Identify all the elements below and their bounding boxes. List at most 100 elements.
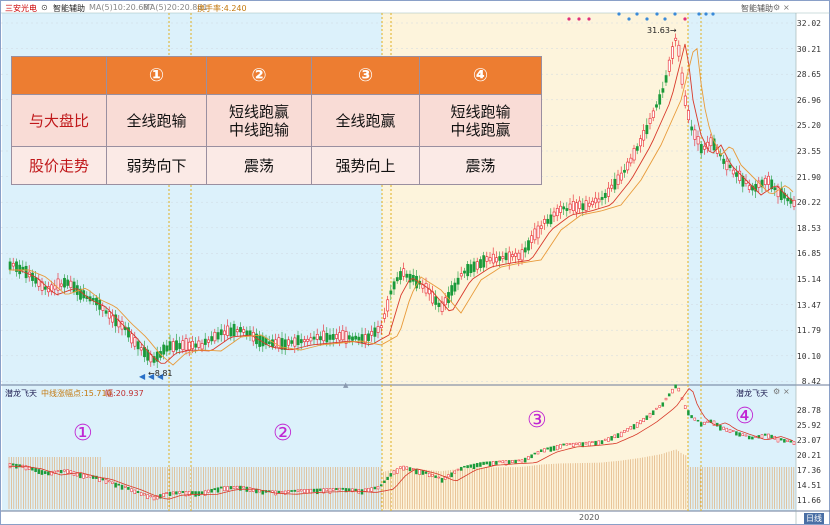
lower-candle <box>363 488 367 492</box>
candle-body <box>709 137 713 147</box>
settings-icon[interactable]: ⚙ <box>773 3 780 12</box>
candle-body <box>24 265 28 279</box>
lower-candle <box>498 460 501 463</box>
lower-candle <box>11 463 15 466</box>
lower-candle <box>216 487 220 493</box>
price-tick-label: 30.21 <box>796 44 821 54</box>
assist-toggle-icon[interactable]: ⊙ <box>41 3 48 12</box>
lower-candle <box>677 387 681 392</box>
lower-candle <box>197 491 201 496</box>
lower-candle <box>437 476 441 479</box>
lower-candle <box>395 468 399 474</box>
table-row: 与大盘比 全线跑输 短线跑赢 中线跑输 全线跑赢 短线跑输 中线跑赢 <box>11 94 542 147</box>
lower-candle <box>594 440 597 446</box>
candle-body <box>203 338 207 345</box>
candle-body <box>335 334 338 339</box>
signal-dot <box>577 17 581 21</box>
lower-candle <box>43 471 47 474</box>
candle-body <box>459 273 463 277</box>
candle-body <box>559 205 562 213</box>
lower-candle <box>703 421 706 425</box>
lower-candle <box>635 422 639 428</box>
lower-candle <box>427 472 431 478</box>
lower-candle <box>639 420 642 425</box>
lower-candle <box>603 438 607 441</box>
lower-candle <box>34 468 37 472</box>
lower-candle <box>181 491 185 493</box>
candle-body <box>552 211 556 217</box>
lower-candle <box>149 495 153 498</box>
lower-candle <box>447 474 450 478</box>
right-assist-label[interactable]: 智能辅助 <box>741 3 773 14</box>
lower-candle <box>120 484 124 490</box>
candle-body <box>635 146 639 151</box>
candle-body <box>402 268 406 277</box>
signal-dot <box>567 17 571 21</box>
price-tick-label: 20.22 <box>796 198 821 208</box>
scroll-marker: ▲ <box>343 381 349 389</box>
candle-body <box>162 344 166 355</box>
table-header-cell <box>11 56 107 95</box>
candle-body <box>501 256 505 259</box>
candle-body <box>687 110 690 121</box>
candle-body <box>498 256 502 261</box>
lower-panel-title[interactable]: 潜龙飞天 <box>5 388 37 399</box>
candle-body <box>475 261 479 270</box>
price-tick-label: 16.85 <box>796 249 821 259</box>
stock-name[interactable]: 三安光电 <box>5 3 37 14</box>
candle-body <box>610 184 614 189</box>
lower-candle <box>40 470 44 475</box>
assist-label[interactable]: 智能辅助 <box>53 3 85 14</box>
period-button[interactable]: 日线 <box>804 513 824 524</box>
lower-candle <box>162 493 165 497</box>
candle-body <box>194 343 198 348</box>
candle-body <box>735 172 738 177</box>
candle-body <box>43 286 47 290</box>
table-cell: 短线跑赢 中线跑输 <box>206 94 312 147</box>
lower-candle <box>792 441 796 445</box>
lower-candle <box>738 432 741 437</box>
candle-body <box>399 271 402 280</box>
lower-candle <box>379 484 383 487</box>
lower-candle <box>389 473 393 477</box>
lower-tick-label: 20.21 <box>796 451 821 460</box>
candle-body <box>187 341 191 351</box>
signal-dot <box>645 17 649 21</box>
candle-body <box>696 136 700 145</box>
lower-close-icon[interactable]: × <box>783 387 790 396</box>
lower-candle <box>744 434 748 437</box>
lower-candle <box>562 443 565 446</box>
candle-body <box>111 315 114 323</box>
lower-candle <box>584 441 588 445</box>
lower-candle <box>722 426 725 430</box>
lower-candle <box>386 476 389 480</box>
table-header-cell: ③ <box>311 56 420 95</box>
lower-candle <box>440 478 444 483</box>
lower-candle <box>171 491 175 495</box>
candle-body <box>568 203 572 210</box>
candle-body <box>303 339 306 343</box>
lower-candle <box>661 402 665 407</box>
lower-candle <box>600 440 604 445</box>
signal-dot <box>635 12 639 16</box>
close-icon[interactable]: × <box>783 3 790 12</box>
candle-body <box>581 203 585 211</box>
candle-body <box>223 330 226 335</box>
candle-body <box>191 341 194 349</box>
candle-body <box>543 219 546 224</box>
lower-candle <box>578 442 581 446</box>
candle-body <box>632 147 636 161</box>
candle-body <box>239 327 242 333</box>
table-cell: 弱势向下 <box>106 146 207 185</box>
candle-body <box>594 197 598 204</box>
table-header-cell: ④ <box>419 56 542 95</box>
candle-body <box>235 329 239 333</box>
candle-body <box>175 340 178 351</box>
lower-candle <box>392 470 396 475</box>
candle-body <box>437 302 441 307</box>
lower-settings-icon[interactable]: ⚙ <box>773 387 780 396</box>
lower-candle <box>783 439 786 443</box>
candle-body <box>722 158 726 164</box>
lower-candle <box>747 435 751 440</box>
candle-body <box>290 340 294 344</box>
